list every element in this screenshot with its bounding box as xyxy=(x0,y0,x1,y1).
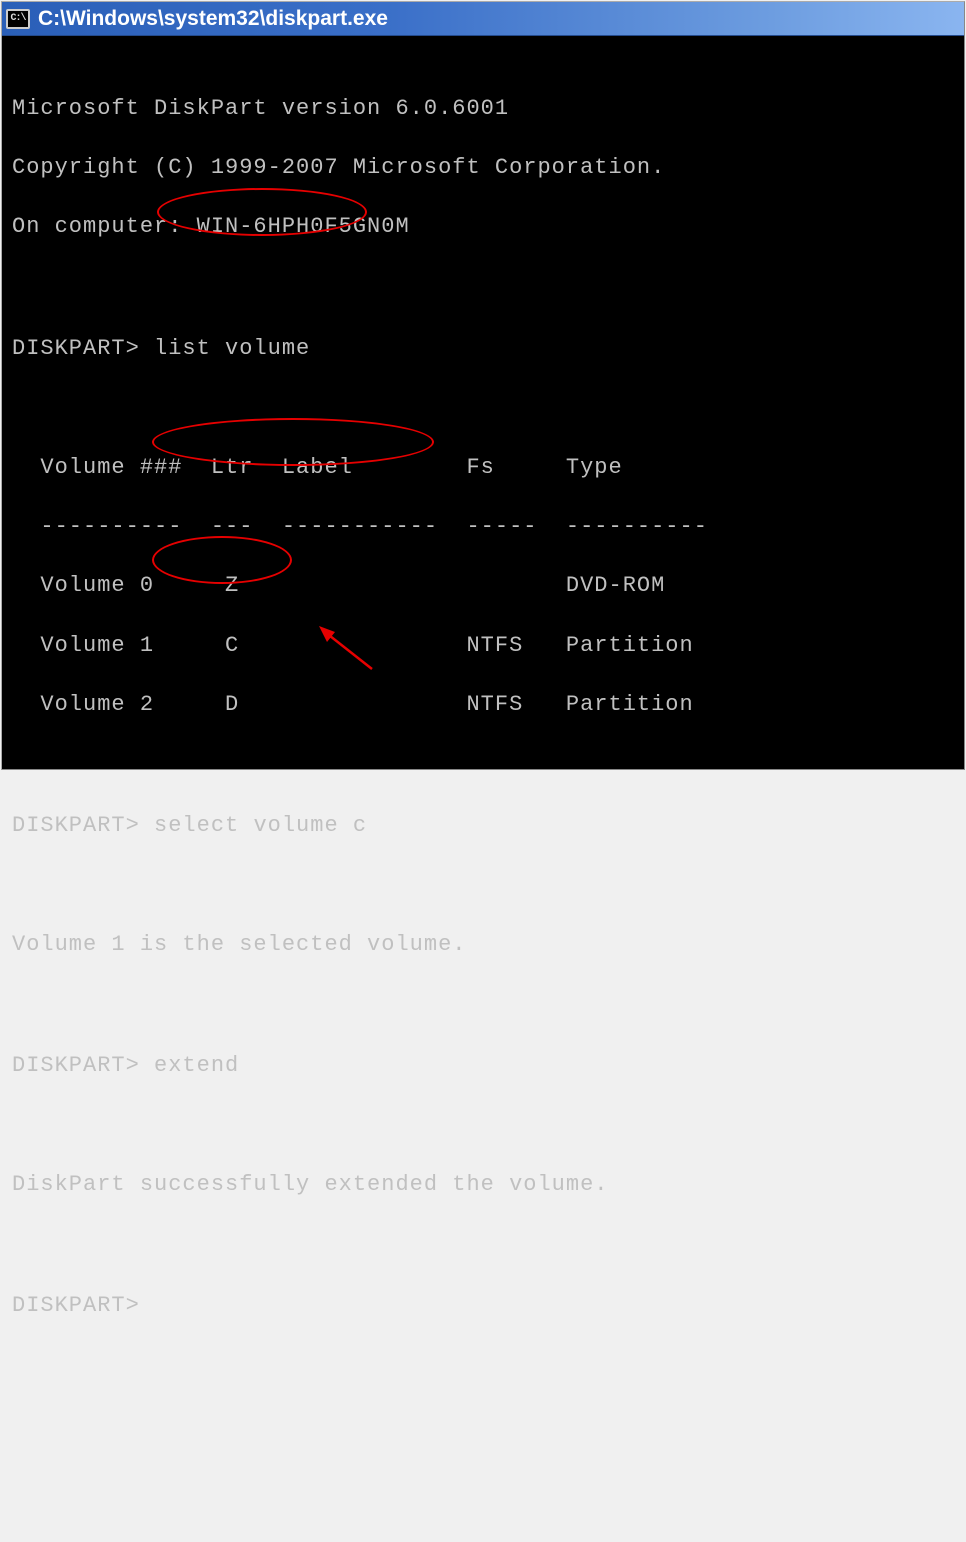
prompt-line-4: DISKPART> xyxy=(12,1291,954,1321)
window-title: C:\Windows\system32\diskpart.exe xyxy=(38,7,388,31)
prompt-line-3: DISKPART> extend xyxy=(12,1051,954,1081)
table-header: Volume ### Ltr Label Fs Type xyxy=(12,453,954,483)
command-list-volume: list volume xyxy=(154,336,310,361)
console-area[interactable]: Microsoft DiskPart version 6.0.6001 Copy… xyxy=(2,36,964,769)
selected-message: Volume 1 is the selected volume. xyxy=(12,930,954,960)
table-row: Volume 2 D NTFS Partition xyxy=(12,690,954,720)
header-line-3: On computer: WIN-6HPH0F5GN0M xyxy=(12,212,954,242)
prompt: DISKPART> xyxy=(12,1053,140,1078)
prompt: DISKPART> xyxy=(12,813,140,838)
prompt-line-1: DISKPART> list volume xyxy=(12,334,954,364)
table-row: Volume 0 Z DVD-ROM xyxy=(12,571,954,601)
titlebar[interactable]: C:\ C:\Windows\system32\diskpart.exe xyxy=(2,2,964,36)
prompt: DISKPART> xyxy=(12,1293,140,1318)
console-window: C:\ C:\Windows\system32\diskpart.exe Mic… xyxy=(1,1,965,770)
command-select-volume: select volume c xyxy=(154,813,367,838)
prompt-line-2: DISKPART> select volume c xyxy=(12,811,954,841)
prompt: DISKPART> xyxy=(12,336,140,361)
header-line-1: Microsoft DiskPart version 6.0.6001 xyxy=(12,94,954,124)
table-divider: ---------- --- ----------- ----- -------… xyxy=(12,512,954,542)
table-row: Volume 1 C NTFS Partition xyxy=(12,631,954,661)
command-extend: extend xyxy=(154,1053,239,1078)
extended-message: DiskPart successfully extended the volum… xyxy=(12,1170,954,1200)
cmd-icon: C:\ xyxy=(6,9,30,29)
cmd-icon-text: C:\ xyxy=(10,13,25,24)
header-line-2: Copyright (C) 1999-2007 Microsoft Corpor… xyxy=(12,153,954,183)
